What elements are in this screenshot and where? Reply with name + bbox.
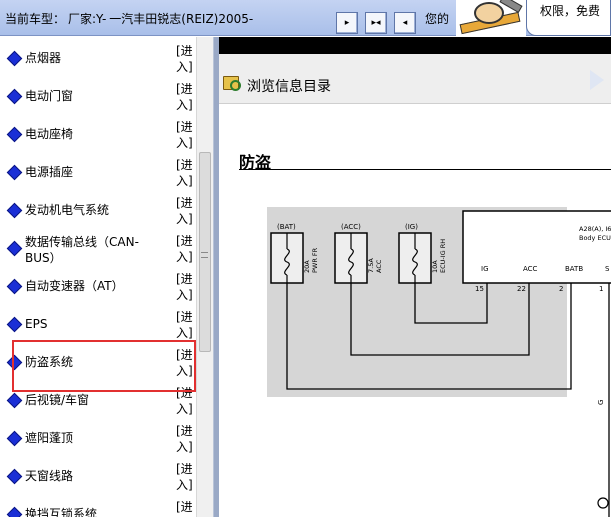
enter-link[interactable]: [进入] xyxy=(176,81,193,113)
diamond-bullet-icon xyxy=(6,316,23,333)
enter-link[interactable]: [进入] xyxy=(176,233,193,265)
play-right-icon: ▸ xyxy=(344,18,350,28)
diamond-bullet-icon xyxy=(6,126,23,143)
fuse-rating: 20A xyxy=(303,260,311,273)
fuse-name: PWR FR xyxy=(311,247,319,273)
current-car-model: 当前车型： 厂家:Y- 一汽丰田锐志(REIZ)2005- xyxy=(5,10,256,27)
sidebar-item-label[interactable]: 电源插座 xyxy=(25,165,73,180)
sidebar-item-label[interactable]: 发动机电气系统 xyxy=(25,203,109,218)
connector-circle xyxy=(597,497,609,509)
diamond-bullet-icon xyxy=(6,50,23,67)
content-pane: 浏览信息目录 防盗 (BAT) 20A PWR FR (ACC) 7.5A ACC (IG)… xyxy=(219,37,611,517)
sidebar-item[interactable]: 点烟器 [进入] xyxy=(0,41,196,79)
ecu-pin-number: 15 xyxy=(475,285,484,293)
diamond-bullet-icon xyxy=(6,506,23,517)
maker-label: 厂家:Y- xyxy=(68,12,107,26)
wire-color-label: G xyxy=(597,400,605,405)
diamond-bullet-icon xyxy=(6,164,23,181)
bubble-text: 权限，免费 xyxy=(540,4,601,18)
top-header-bar: 当前车型： 厂家:Y- 一汽丰田锐志(REIZ)2005- ▸ ▸◂ ◂ 您的 权限… xyxy=(0,0,611,36)
ecu-connector-label: A28(A), I6 xyxy=(579,225,611,233)
sidebar-item-label[interactable]: 自动变速器（AT） xyxy=(25,279,124,294)
fuse-rating: 7.5A xyxy=(367,258,375,273)
play-left-icon: ◂ xyxy=(402,18,408,28)
expand-button[interactable]: ▸◂ xyxy=(365,12,387,34)
mascot-mechanic-image xyxy=(456,0,526,36)
next-page-button[interactable]: ▸ xyxy=(336,12,358,34)
sidebar-item-label[interactable]: EPS xyxy=(25,317,47,332)
body-ecu-block: A28(A), I6Body ECU IG 15 ACC 22 BATB 2 S 1 xyxy=(462,210,611,293)
diamond-bullet-icon xyxy=(6,278,23,295)
enter-link[interactable]: [进入] xyxy=(176,43,193,75)
ecu-name-label: Body ECU xyxy=(579,234,611,242)
ecu-pin-name: BATB xyxy=(565,265,583,273)
forward-arrow-icon[interactable] xyxy=(587,68,607,92)
content-toolbar: 浏览信息目录 xyxy=(219,54,611,104)
enter-link[interactable]: [进入] xyxy=(176,461,193,493)
speech-bubble: 权限，免费 xyxy=(526,0,611,36)
sidebar-scrollbar[interactable] xyxy=(196,37,213,517)
enter-link[interactable]: [进入] xyxy=(176,499,193,517)
enter-link[interactable]: [进入] xyxy=(176,195,193,227)
sidebar-item-label[interactable]: 电动座椅 xyxy=(25,127,73,142)
car-prefix-label: 当前车型： xyxy=(5,12,66,26)
sidebar-item[interactable]: 电动门窗 [进入] xyxy=(0,79,196,117)
diamond-bullet-icon xyxy=(6,468,23,485)
ecu-pin-number: 2 xyxy=(559,285,563,293)
enter-link[interactable]: [进入] xyxy=(176,309,193,341)
app-window: 当前车型： 厂家:Y- 一汽丰田锐志(REIZ)2005- ▸ ▸◂ ◂ 您的 权限… xyxy=(0,0,611,517)
sidebar-item-label[interactable]: 遮阳蓬顶 xyxy=(25,431,73,446)
diamond-bullet-icon xyxy=(6,202,23,219)
fuse-name: ECU-IG RH xyxy=(439,239,447,273)
ecu-pin-number: 22 xyxy=(517,285,526,293)
diamond-bullet-icon xyxy=(6,392,23,409)
mascot-head xyxy=(474,2,504,24)
diamond-bullet-icon xyxy=(6,240,23,257)
enter-link[interactable]: [进入] xyxy=(176,157,193,189)
fuse-top-label: (BAT) xyxy=(277,223,296,231)
enter-link[interactable]: [进入] xyxy=(176,271,193,303)
ecu-pin-name: IG xyxy=(481,265,489,273)
enter-link[interactable]: [进入] xyxy=(176,423,193,455)
diamond-bullet-icon xyxy=(6,88,23,105)
enter-link[interactable]: [进入] xyxy=(176,119,193,151)
sidebar-item[interactable]: 数据传输总线（CAN-BUS） [进入] xyxy=(0,231,196,269)
ecu-pin-name: ACC xyxy=(523,265,538,273)
sidebar-item-label[interactable]: 天窗线路 xyxy=(25,469,73,484)
diamond-bullet-icon xyxy=(6,430,23,447)
sidebar-item[interactable]: 自动变速器（AT） [进入] xyxy=(0,269,196,307)
car-model-name: 一汽丰田锐志(REIZ)2005- xyxy=(109,12,254,26)
diagram-page: 防盗 (BAT) 20A PWR FR (ACC) 7.5A ACC (IG) 10A ECU-… xyxy=(219,105,611,517)
fuse-top-label: (ACC) xyxy=(341,223,361,231)
fuse-top-label: (IG) xyxy=(405,223,418,231)
sidebar-item[interactable]: 天窗线路 [进入] xyxy=(0,459,196,497)
sidebar-item[interactable]: 电动座椅 [进入] xyxy=(0,117,196,155)
sidebar-item-label[interactable]: 数据传输总线（CAN-BUS） xyxy=(25,234,160,266)
browse-catalog-link[interactable]: 浏览信息目录 xyxy=(247,76,331,96)
welcome-text: 您的 xyxy=(425,12,450,26)
folder-icon[interactable] xyxy=(223,76,241,91)
selected-item-highlight xyxy=(12,340,196,392)
ecu-pin-name: S xyxy=(605,265,610,273)
content-top-bar xyxy=(219,37,611,54)
fuse-rating: 10A xyxy=(431,260,439,273)
wiring-diagram: (BAT)20A PWR FR(ACC)7.5A ACC(IG)10A ECU-IG … xyxy=(267,207,611,517)
sidebar-item[interactable]: 遮阳蓬顶 [进入] xyxy=(0,421,196,459)
sidebar-item-label[interactable]: 电动门窗 xyxy=(25,89,73,104)
sidebar-menu: 点烟器 [进入] 电动门窗 [进入] 电动座椅 [进入] 电源插座 [进入] 发动机电气系统 [进… xyxy=(0,37,214,517)
sidebar-item-label[interactable]: 点烟器 xyxy=(25,51,61,66)
scrollbar-grip-icon xyxy=(201,252,208,258)
ecu-pin-number: 1 xyxy=(599,285,603,293)
expand-arrows-icon: ▸◂ xyxy=(371,18,381,28)
fuse-name: ACC xyxy=(375,259,383,273)
sidebar-item-label[interactable]: 换挡互锁系统 xyxy=(25,507,97,517)
sidebar-item[interactable]: 换挡互锁系统 [进入] xyxy=(0,497,196,517)
sidebar-item[interactable]: 电源插座 [进入] xyxy=(0,155,196,193)
sidebar-item[interactable]: 发动机电气系统 [进入] xyxy=(0,193,196,231)
prev-page-button[interactable]: ◂ xyxy=(394,12,416,34)
sidebar-item-label[interactable]: 后视镜/车窗 xyxy=(25,393,89,408)
